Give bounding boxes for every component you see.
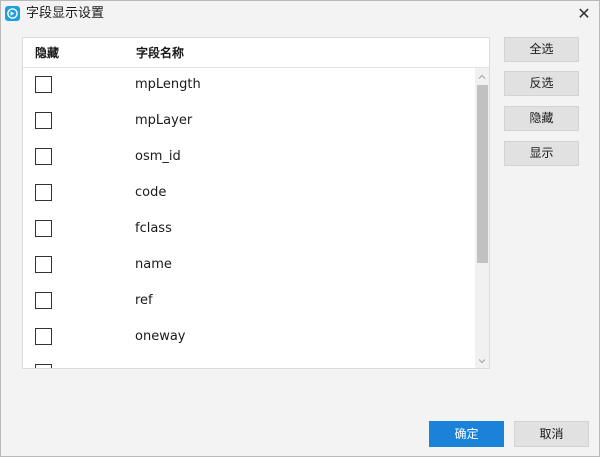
field-name-label: ref [135, 293, 153, 308]
field-display-settings-dialog: 字段显示设置 ✕ 隐藏 字段名称 mpLength mpLayer osm_idco… [0, 0, 600, 457]
field-name-label: mpLength [135, 77, 201, 92]
cancel-button[interactable]: 取消 [514, 421, 589, 447]
hide-checkbox[interactable] [35, 328, 52, 345]
hide-checkbox[interactable] [35, 112, 52, 129]
field-name-label: osm_id [135, 149, 181, 164]
list-header: 隐藏 字段名称 [23, 38, 489, 68]
field-row[interactable]: ref [23, 284, 475, 320]
field-row[interactable]: name [23, 248, 475, 284]
select-all-button[interactable]: 全选 [504, 37, 579, 62]
field-list-panel: 隐藏 字段名称 mpLength mpLayer osm_idcode fclass n… [22, 37, 490, 369]
field-name-label: oneway [135, 329, 186, 344]
scroll-down-arrow-icon[interactable] [475, 353, 489, 367]
hide-button[interactable]: 隐藏 [504, 106, 579, 131]
column-header-hide: 隐藏 [35, 46, 60, 60]
hide-checkbox[interactable] [35, 364, 52, 368]
field-row[interactable]: mpLayer [23, 104, 475, 140]
field-row[interactable]: mpLength [23, 68, 475, 104]
show-button[interactable]: 显示 [504, 141, 579, 166]
hide-checkbox[interactable] [35, 220, 52, 237]
field-row[interactable]: oneway [23, 320, 475, 356]
hide-checkbox[interactable] [35, 256, 52, 273]
field-row[interactable]: fclass [23, 212, 475, 248]
vertical-scrollbar[interactable] [475, 68, 489, 368]
scroll-up-arrow-icon[interactable] [475, 69, 489, 83]
hide-checkbox[interactable] [35, 148, 52, 165]
field-name-label: name [135, 257, 172, 272]
field-name-label: mpLayer [135, 113, 193, 128]
invert-selection-button[interactable]: 反选 [504, 71, 579, 96]
dialog-title: 字段显示设置 [26, 6, 105, 21]
field-row[interactable] [23, 356, 475, 368]
field-row[interactable]: osm_id [23, 140, 475, 176]
app-logo-icon [5, 6, 20, 21]
ok-button[interactable]: 确定 [429, 421, 504, 447]
title-bar: 字段显示设置 ✕ [1, 1, 599, 27]
column-header-field-name: 字段名称 [136, 46, 185, 60]
field-list: mpLength mpLayer osm_idcode fclass name ref on… [23, 68, 475, 368]
field-name-label: code [135, 185, 167, 200]
field-name-label: fclass [135, 221, 172, 236]
close-icon[interactable]: ✕ [573, 3, 595, 25]
field-row[interactable]: code [23, 176, 475, 212]
hide-checkbox[interactable] [35, 292, 52, 309]
hide-checkbox[interactable] [35, 184, 52, 201]
hide-checkbox[interactable] [35, 76, 52, 93]
scrollbar-thumb[interactable] [477, 85, 488, 263]
